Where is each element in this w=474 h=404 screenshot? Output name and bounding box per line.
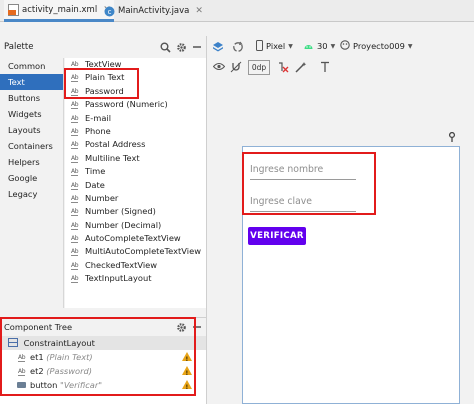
widget-label: Number	[85, 192, 119, 203]
widget-time[interactable]: Ab Time	[65, 165, 206, 178]
text-widget-icon: Ab	[71, 101, 79, 110]
text-widget-icon: Ab	[71, 194, 79, 203]
chevron-down-icon: ▼	[407, 42, 413, 50]
theme-name: Proyecto009	[353, 41, 405, 51]
text-widget-icon: Ab	[71, 208, 79, 217]
widget-textinputlayout[interactable]: Ab TextInputLayout	[65, 272, 206, 285]
category-layouts[interactable]: Layouts	[0, 122, 63, 138]
tab-activity-main-xml[interactable]: activity_main.xml ✕	[4, 0, 114, 22]
palette-title: Palette	[4, 42, 34, 52]
view-options-icon[interactable]	[212, 60, 225, 73]
palette-categories: Common Text Buttons Widgets Layouts Cont…	[0, 58, 64, 308]
widget-number[interactable]: Ab Number	[65, 192, 206, 205]
clear-constraints-icon[interactable]	[276, 60, 289, 73]
svg-text:c: c	[107, 8, 111, 16]
text-widget-icon: Ab	[71, 168, 79, 177]
theme-icon	[340, 40, 350, 52]
verify-button-preview[interactable]: VERIFICAR	[248, 227, 306, 245]
widget-label: E-mail	[85, 112, 112, 123]
pin-icon[interactable]	[447, 132, 457, 142]
widget-number-signed[interactable]: Ab Number (Signed)	[65, 205, 206, 218]
widget-multiline-text[interactable]: Ab Multiline Text	[65, 152, 206, 165]
widget-label: Time	[85, 166, 106, 177]
api-level: 30	[317, 41, 328, 51]
category-containers[interactable]: Containers	[0, 138, 63, 154]
category-widgets[interactable]: Widgets	[0, 106, 63, 122]
close-icon[interactable]: ✕	[195, 6, 203, 16]
theme-selector[interactable]: Proyecto009 ▼	[340, 38, 413, 54]
text-widget-icon: Ab	[71, 127, 79, 136]
orientation-icon[interactable]	[231, 40, 245, 54]
widget-email[interactable]: Ab E-mail	[65, 112, 206, 125]
java-class-icon: c	[103, 5, 115, 17]
android-icon	[303, 41, 314, 52]
widget-date[interactable]: Ab Date	[65, 179, 206, 192]
text-widget-icon: Ab	[71, 154, 79, 163]
xml-file-icon	[7, 3, 19, 16]
widget-multiautocomplete[interactable]: Ab MultiAutoCompleteTextView	[65, 245, 206, 258]
tab-mainactivity-java[interactable]: c MainActivity.java ✕	[100, 0, 206, 22]
search-icon[interactable]	[158, 40, 172, 54]
phone-icon	[256, 39, 263, 53]
guidelines-icon[interactable]	[318, 60, 331, 73]
widget-label: Multiline Text	[85, 152, 140, 163]
text-widget-icon: Ab	[71, 275, 79, 284]
tab-label: activity_main.xml	[22, 4, 98, 15]
widget-number-decimal[interactable]: Ab Number (Decimal)	[65, 219, 206, 232]
autoconnect-icon[interactable]	[229, 60, 242, 73]
api-level-selector[interactable]: 30 ▼	[303, 38, 335, 54]
widget-label: Password (Numeric)	[85, 99, 168, 110]
category-helpers[interactable]: Helpers	[0, 154, 63, 170]
palette-header: Palette	[0, 38, 206, 56]
gear-icon[interactable]	[174, 40, 188, 54]
device-name: Pixel	[266, 41, 286, 51]
widget-label: MultiAutoCompleteTextView	[85, 246, 201, 257]
editor-tab-bar: activity_main.xml ✕ c MainActivity.java …	[0, 0, 474, 22]
widget-label: Date	[85, 179, 105, 190]
text-widget-icon: Ab	[71, 221, 79, 230]
widget-password-numeric[interactable]: Ab Password (Numeric)	[65, 98, 206, 111]
text-widget-icon: Ab	[71, 181, 79, 190]
widget-label: Postal Address	[85, 139, 146, 150]
text-widget-icon: Ab	[71, 248, 79, 257]
category-google[interactable]: Google	[0, 170, 63, 186]
category-text[interactable]: Text	[0, 74, 63, 90]
highlight-box	[64, 68, 139, 99]
category-legacy[interactable]: Legacy	[0, 186, 63, 202]
widget-label: Number (Decimal)	[85, 219, 162, 230]
default-margin[interactable]: 0dp	[248, 60, 270, 75]
widget-label: CheckedTextView	[85, 259, 158, 270]
chevron-down-icon: ▼	[288, 42, 293, 50]
minimize-icon[interactable]	[190, 40, 204, 54]
text-widget-icon: Ab	[71, 61, 79, 69]
widget-label: Phone	[85, 125, 111, 136]
tab-label: MainActivity.java	[118, 6, 190, 16]
widget-label: AutoCompleteTextView	[85, 233, 181, 244]
text-widget-icon: Ab	[71, 141, 79, 150]
widget-label: TextInputLayout	[85, 273, 152, 284]
text-widget-icon: Ab	[71, 261, 79, 270]
category-buttons[interactable]: Buttons	[0, 90, 63, 106]
design-surface-icon[interactable]	[211, 40, 225, 54]
highlight-box	[242, 152, 376, 215]
widget-phone[interactable]: Ab Phone	[65, 125, 206, 138]
highlight-box	[0, 317, 196, 396]
widget-autocomplete[interactable]: Ab AutoCompleteTextView	[65, 232, 206, 245]
chevron-down-icon: ▼	[330, 42, 336, 50]
text-widget-icon: Ab	[71, 114, 79, 123]
category-common[interactable]: Common	[0, 58, 63, 74]
text-widget-icon: Ab	[71, 235, 79, 244]
widget-label: Number (Signed)	[85, 206, 156, 217]
widget-postal-address[interactable]: Ab Postal Address	[65, 138, 206, 151]
widget-checkedtextview[interactable]: Ab CheckedTextView	[65, 259, 206, 272]
device-selector[interactable]: Pixel ▼	[256, 38, 293, 54]
infer-constraints-icon[interactable]	[294, 60, 307, 73]
